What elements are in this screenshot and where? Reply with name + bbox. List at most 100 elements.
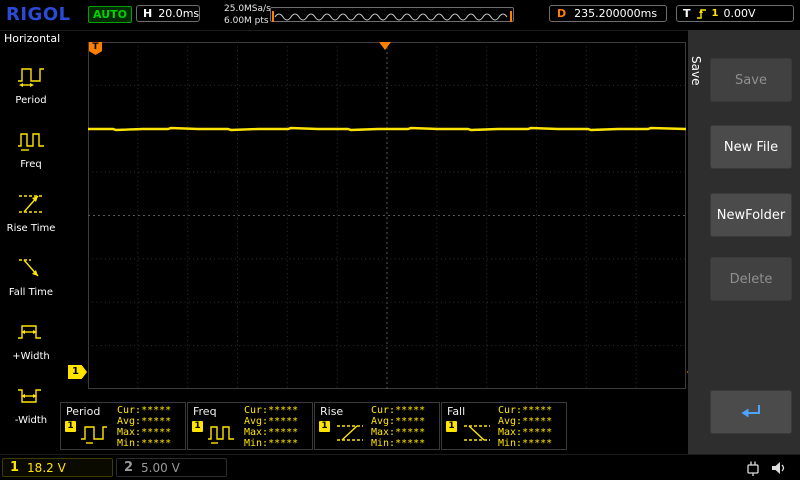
channel1-scale: 18.2 V bbox=[27, 461, 66, 475]
channel-badge: 1 bbox=[319, 421, 330, 432]
sidebar-item-label: +Width bbox=[12, 351, 49, 362]
sidebar-item-plus-width[interactable]: +Width bbox=[0, 308, 62, 372]
run-status-badge[interactable]: AUTO bbox=[88, 6, 132, 23]
usb-icon bbox=[744, 458, 762, 480]
rise-waveform-icon bbox=[333, 421, 367, 449]
new-file-button[interactable]: New File bbox=[710, 125, 792, 169]
max-label: Max: bbox=[117, 427, 141, 438]
sidebar-item-label: Freq bbox=[20, 159, 41, 170]
channel-badge: 1 bbox=[65, 421, 76, 432]
cur-value: ***** bbox=[522, 405, 552, 416]
channel-badge: 1 bbox=[446, 421, 457, 432]
measurement-readout-row: Period 1 Cur:***** Avg:***** Max:***** M… bbox=[60, 402, 567, 450]
rigol-logo: RIGOL bbox=[6, 4, 71, 25]
max-label: Max: bbox=[498, 427, 522, 438]
cur-value: ***** bbox=[268, 405, 298, 416]
rise-time-icon bbox=[15, 191, 47, 221]
sidebar-item-label: Period bbox=[15, 95, 46, 106]
delay-box[interactable]: D 235.200000ms bbox=[549, 5, 667, 22]
channel-badge: 1 bbox=[192, 421, 203, 432]
sidebar-item-minus-width[interactable]: -Width bbox=[0, 372, 62, 436]
avg-value: ***** bbox=[268, 416, 298, 427]
fall-time-icon bbox=[15, 255, 47, 285]
period-icon bbox=[15, 63, 47, 93]
preview-wave-icon bbox=[271, 10, 513, 23]
max-label: Max: bbox=[371, 427, 395, 438]
cur-value: ***** bbox=[395, 405, 425, 416]
avg-label: Avg: bbox=[371, 416, 395, 427]
cur-label: Cur: bbox=[117, 405, 141, 416]
timebase-label: H bbox=[143, 7, 152, 20]
measurement-panel-rise: Rise 1 Cur:***** Avg:***** Max:***** Min… bbox=[314, 402, 440, 450]
acquisition-info: 25.0MSa/s 6.00M pts bbox=[224, 3, 271, 27]
sidebar-item-fall-time[interactable]: Fall Time bbox=[0, 244, 62, 308]
new-folder-button[interactable]: NewFolder bbox=[710, 193, 792, 237]
avg-value: ***** bbox=[522, 416, 552, 427]
sidebar-title: Horizontal bbox=[0, 32, 62, 52]
sidebar-item-period[interactable]: Period bbox=[0, 52, 62, 116]
sample-rate: 25.0MSa/s bbox=[224, 3, 271, 15]
timebase-box[interactable]: H 20.0ms bbox=[136, 5, 200, 22]
sidebar-item-label: -Width bbox=[15, 415, 47, 426]
measurement-panel-period: Period 1 Cur:***** Avg:***** Max:***** M… bbox=[60, 402, 186, 450]
measurement-panel-fall: Fall 1 Cur:***** Avg:***** Max:***** Min… bbox=[441, 402, 567, 450]
min-value: ***** bbox=[141, 438, 171, 449]
waveform-display-area[interactable] bbox=[88, 42, 686, 389]
min-label: Min: bbox=[244, 438, 268, 449]
trigger-box[interactable]: T 1 0.00V bbox=[676, 5, 794, 22]
back-button[interactable] bbox=[710, 390, 792, 434]
graticule-grid bbox=[88, 42, 686, 389]
measurement-panel-freq: Freq 1 Cur:***** Avg:***** Max:***** Min… bbox=[187, 402, 313, 450]
min-label: Min: bbox=[371, 438, 395, 449]
menu-title: Save bbox=[689, 56, 703, 85]
max-value: ***** bbox=[395, 427, 425, 438]
cur-label: Cur: bbox=[498, 405, 522, 416]
channel2-id: 2 bbox=[124, 460, 133, 475]
cur-value: ***** bbox=[141, 405, 171, 416]
cur-label: Cur: bbox=[371, 405, 395, 416]
trigger-label: T bbox=[683, 7, 691, 20]
sidebar-item-freq[interactable]: Freq bbox=[0, 116, 62, 180]
sidebar-item-label: Rise Time bbox=[7, 223, 56, 234]
measurement-name: Freq bbox=[193, 405, 217, 418]
avg-value: ***** bbox=[141, 416, 171, 427]
channel2-scale: 5.00 V bbox=[141, 461, 180, 475]
channel2-status-box[interactable]: 2 5.00 V bbox=[116, 458, 227, 477]
memory-depth: 6.00M pts bbox=[224, 15, 271, 27]
avg-label: Avg: bbox=[117, 416, 141, 427]
minus-width-icon bbox=[15, 383, 47, 413]
delete-button[interactable]: Delete bbox=[710, 257, 792, 301]
min-value: ***** bbox=[395, 438, 425, 449]
oscilloscope-screen: RIGOL AUTO H 20.0ms 25.0MSa/s 6.00M pts … bbox=[0, 0, 800, 480]
fall-waveform-icon bbox=[460, 421, 494, 449]
min-value: ***** bbox=[522, 438, 552, 449]
delay-label: D bbox=[557, 7, 566, 20]
channel1-ground-marker[interactable]: 1 bbox=[68, 365, 87, 379]
max-label: Max: bbox=[244, 427, 268, 438]
freq-waveform-icon bbox=[206, 421, 240, 449]
max-value: ***** bbox=[141, 427, 171, 438]
waveform-preview-strip[interactable] bbox=[270, 7, 514, 22]
max-value: ***** bbox=[522, 427, 552, 438]
timebase-value: 20.0ms bbox=[158, 7, 199, 20]
sidebar-item-rise-time[interactable]: Rise Time bbox=[0, 180, 62, 244]
period-waveform-icon bbox=[79, 421, 113, 449]
speaker-icon bbox=[770, 459, 787, 480]
return-arrow-icon bbox=[738, 402, 764, 422]
min-label: Min: bbox=[117, 438, 141, 449]
top-status-bar: RIGOL AUTO H 20.0ms 25.0MSa/s 6.00M pts … bbox=[0, 0, 800, 31]
max-value: ***** bbox=[268, 427, 298, 438]
min-value: ***** bbox=[268, 438, 298, 449]
freq-icon bbox=[15, 127, 47, 157]
measurement-name: Period bbox=[66, 405, 100, 418]
avg-label: Avg: bbox=[498, 416, 522, 427]
trigger-source: 1 bbox=[712, 8, 719, 19]
sidebar-item-label: Fall Time bbox=[9, 287, 53, 298]
channel-status-bar: 1 18.2 V 2 5.00 V bbox=[0, 454, 800, 480]
save-button[interactable]: Save bbox=[710, 58, 792, 102]
delay-value: 235.200000ms bbox=[574, 7, 657, 20]
avg-label: Avg: bbox=[244, 416, 268, 427]
measurement-name: Rise bbox=[320, 405, 343, 418]
channel1-status-box[interactable]: 1 18.2 V bbox=[2, 458, 113, 477]
measure-sidebar: Horizontal Period Freq bbox=[0, 32, 62, 436]
